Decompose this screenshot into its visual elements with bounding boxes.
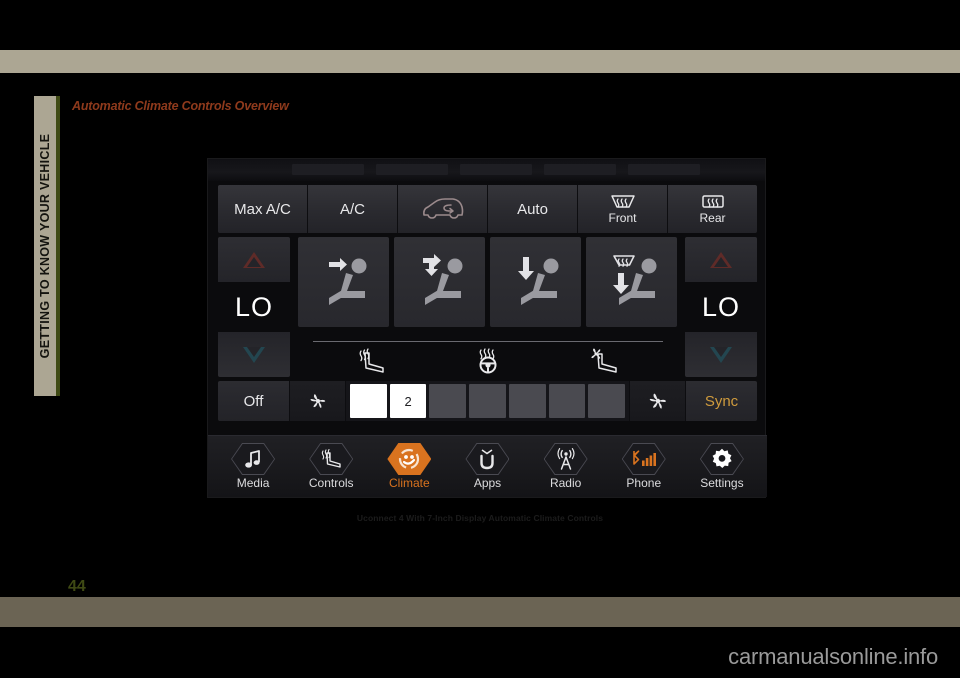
fan-increase-button[interactable] <box>629 381 685 421</box>
rear-defrost-icon <box>700 193 726 211</box>
passenger-temp-down-button[interactable] <box>685 332 757 377</box>
mode-floor-defrost-icon <box>601 251 663 313</box>
fan-segment[interactable] <box>548 384 586 418</box>
fan-segment[interactable] <box>469 384 506 418</box>
fan-level-label: 2 <box>404 393 412 409</box>
nav-label-media: Media <box>236 476 270 490</box>
heated-seat-button[interactable] <box>349 347 395 375</box>
apps-icon <box>477 448 497 470</box>
nav-item-phone[interactable]: Phone <box>605 436 683 497</box>
nav-label-phone: Phone <box>626 476 662 490</box>
nav-item-controls[interactable]: Controls <box>292 436 370 497</box>
sync-label: Sync <box>704 392 739 410</box>
recirculation-icon <box>420 196 466 222</box>
fan-segment[interactable] <box>508 384 546 418</box>
nav-item-settings[interactable]: Settings <box>683 436 761 497</box>
ventilated-seat-icon <box>589 348 619 374</box>
max-ac-button[interactable]: Max A/C <box>218 185 308 233</box>
section-heading: Automatic Climate Controls Overview <box>72 99 289 113</box>
screen-status-strip <box>208 159 765 181</box>
front-defrost-label: Front <box>608 211 637 226</box>
airflow-mode-floor-button[interactable] <box>490 237 581 327</box>
auto-label: Auto <box>517 200 548 218</box>
fan-decrease-button[interactable] <box>290 381 346 421</box>
nav-item-climate[interactable]: Climate <box>370 436 448 497</box>
bottom-navigation-bar: Media Controls Climate Apps Radio Phone … <box>208 435 767 497</box>
sync-button[interactable]: Sync <box>685 381 757 421</box>
mode-face-icon <box>313 251 375 313</box>
driver-temp-value: LO <box>218 282 290 332</box>
nav-label-settings: Settings <box>700 476 744 490</box>
chapter-side-tab: GETTING TO KNOW YOUR VEHICLE <box>34 96 60 396</box>
nav-item-apps[interactable]: Apps <box>448 436 526 497</box>
page-number: 44 <box>68 578 86 595</box>
fan-speed-slider[interactable]: 2 <box>346 381 629 421</box>
driver-temp-up-button[interactable] <box>218 237 290 282</box>
airflow-mode-face-floor-button[interactable] <box>394 237 485 327</box>
triangle-down-icon <box>243 346 265 363</box>
uconnect-touchscreen: Max A/C A/C Auto Front Rear LO LO Off 2 … <box>207 158 767 498</box>
fan-off-button[interactable]: Off <box>218 381 290 421</box>
nav-label-radio: Radio <box>549 476 582 490</box>
fan-segment-current[interactable]: 2 <box>389 384 427 418</box>
ac-button[interactable]: A/C <box>308 185 398 233</box>
site-watermark: carmanualsonline.info <box>728 644 938 669</box>
ventilated-seat-button[interactable] <box>581 347 627 375</box>
fan-icon <box>308 391 328 411</box>
nav-item-media[interactable]: Media <box>214 436 292 497</box>
fan-icon <box>647 390 669 412</box>
nav-item-radio[interactable]: Radio <box>527 436 605 497</box>
recirculation-button[interactable] <box>398 185 488 233</box>
heated-steering-wheel-icon <box>473 348 503 374</box>
max-ac-label: Max A/C <box>234 200 291 218</box>
triangle-up-icon <box>710 251 732 268</box>
climate-function-bar: Max A/C A/C Auto Front Rear <box>218 185 757 233</box>
ac-label: A/C <box>339 200 365 218</box>
fan-segment[interactable] <box>350 384 387 418</box>
nav-label-apps: Apps <box>473 476 502 490</box>
phone-signal-icon <box>629 448 659 470</box>
music-note-icon <box>244 449 262 469</box>
radio-tower-icon <box>554 447 578 471</box>
front-defrost-button[interactable]: Front <box>578 185 668 233</box>
triangle-up-icon <box>243 251 265 268</box>
fan-off-label: Off <box>243 392 264 410</box>
front-defrost-icon <box>609 193 637 211</box>
rear-defrost-label: Rear <box>699 211 726 226</box>
page-top-band <box>0 50 960 73</box>
mode-face-floor-icon <box>409 251 471 313</box>
driver-temperature-control: LO <box>218 237 290 377</box>
passenger-temp-up-button[interactable] <box>685 237 757 282</box>
heated-steering-wheel-button[interactable] <box>465 347 511 375</box>
fan-segment[interactable] <box>429 384 467 418</box>
auto-button[interactable]: Auto <box>488 185 578 233</box>
comfort-button-row <box>313 341 663 377</box>
mode-floor-icon <box>505 251 567 313</box>
chapter-side-tab-label: GETTING TO KNOW YOUR VEHICLE <box>38 133 52 359</box>
airflow-mode-row <box>298 237 677 327</box>
nav-label-climate: Climate <box>389 476 430 490</box>
climate-mid-row: LO LO <box>218 237 757 377</box>
climate-icon <box>397 447 421 471</box>
triangle-down-icon <box>710 346 732 363</box>
figure-caption: Uconnect 4 With 7-Inch Display Automatic… <box>356 513 604 523</box>
nav-label-controls: Controls <box>308 476 354 490</box>
fan-speed-row: Off 2 Sync <box>218 381 757 421</box>
gear-icon <box>710 447 734 471</box>
passenger-temperature-control: LO <box>685 237 757 377</box>
manual-page: GETTING TO KNOW YOUR VEHICLE Automatic C… <box>0 0 960 678</box>
controls-icon <box>320 449 342 469</box>
heated-seat-icon <box>357 348 387 374</box>
passenger-temp-value: LO <box>685 282 757 332</box>
airflow-mode-floor-defrost-button[interactable] <box>586 237 677 327</box>
page-bottom-band <box>0 597 960 627</box>
driver-temp-down-button[interactable] <box>218 332 290 377</box>
fan-segment[interactable] <box>588 384 626 418</box>
rear-defrost-button[interactable]: Rear <box>668 185 757 233</box>
airflow-mode-face-button[interactable] <box>298 237 389 327</box>
